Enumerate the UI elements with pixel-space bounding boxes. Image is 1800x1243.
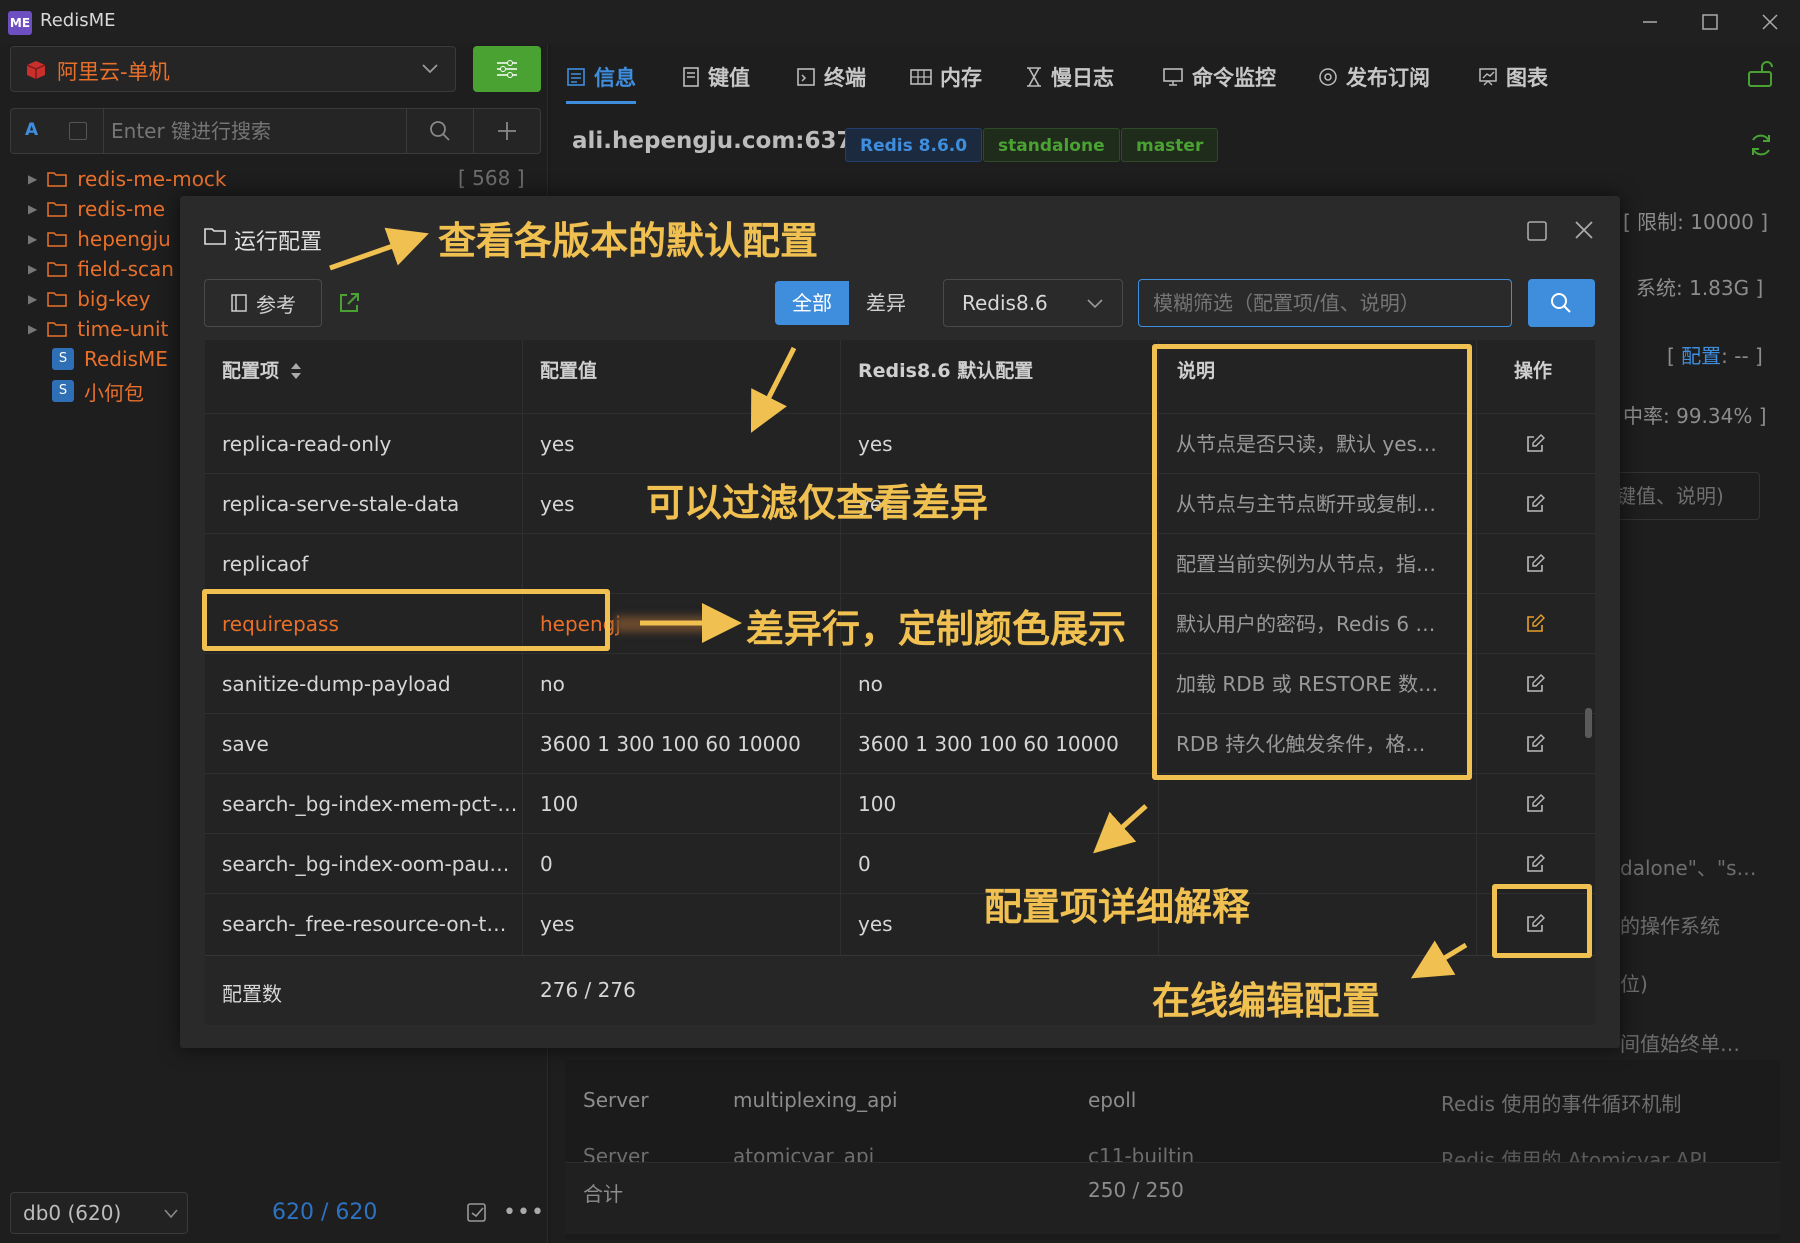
annotation-arrows <box>329 227 1468 979</box>
